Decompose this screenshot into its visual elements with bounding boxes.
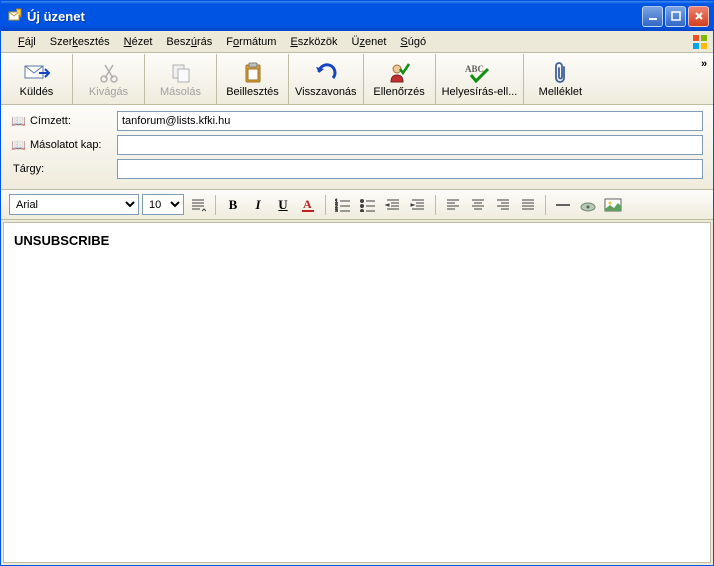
toolbar-overflow[interactable]: » (695, 54, 713, 104)
indent-button[interactable] (407, 194, 429, 216)
cc-row: 📖 Másolatot kap: (11, 135, 703, 155)
paragraph-style-button[interactable] (187, 194, 209, 216)
check-names-button[interactable]: Ellenőrzés (364, 54, 436, 104)
window-controls (642, 6, 713, 27)
insert-hr-button[interactable] (552, 194, 574, 216)
spellcheck-button[interactable]: ABC Helyesírás-ell... (436, 54, 525, 104)
attach-icon (552, 61, 568, 85)
message-body[interactable]: UNSUBSCRIBE (4, 223, 710, 562)
undo-label: Visszavonás (295, 86, 357, 98)
copy-label: Másolás (160, 86, 201, 98)
align-justify-button[interactable] (517, 194, 539, 216)
maximize-button[interactable] (665, 6, 686, 27)
close-button[interactable] (688, 6, 709, 27)
bold-button[interactable]: B (222, 194, 244, 216)
menu-item[interactable]: Üzenet (345, 34, 394, 50)
app-icon (7, 8, 23, 24)
spellcheck-icon: ABC (464, 61, 494, 85)
to-label[interactable]: 📖 Címzett: (11, 114, 111, 128)
attach-label: Melléklet (539, 86, 582, 98)
separator (325, 195, 326, 215)
subject-input[interactable] (117, 159, 703, 179)
cc-label[interactable]: 📖 Másolatot kap: (11, 138, 111, 152)
numbered-list-button[interactable]: 123 (332, 194, 354, 216)
undo-icon (313, 61, 339, 85)
titlebar: Új üzenet (1, 1, 713, 31)
menu-item[interactable]: Formátum (219, 34, 283, 50)
menu-item[interactable]: Eszközök (283, 34, 344, 50)
insert-image-button[interactable] (602, 194, 624, 216)
italic-button[interactable]: I (247, 194, 269, 216)
cc-input[interactable] (117, 135, 703, 155)
separator (435, 195, 436, 215)
subject-row: Tárgy: (11, 159, 703, 179)
cut-button[interactable]: Kivágás (73, 54, 145, 104)
outdent-button[interactable] (382, 194, 404, 216)
align-center-button[interactable] (467, 194, 489, 216)
svg-text:ABC: ABC (465, 64, 484, 74)
subject-label: Tárgy: (11, 163, 111, 175)
attach-button[interactable]: Melléklet (524, 54, 596, 104)
font-family-select[interactable]: Arial (9, 194, 139, 215)
window-title: Új üzenet (27, 9, 642, 24)
paste-label: Beillesztés (226, 86, 279, 98)
main-toolbar: Küldés Kivágás Másolás (1, 53, 713, 105)
to-input[interactable] (117, 111, 703, 131)
format-toolbar: Arial 10 B I U A 123 (1, 190, 713, 220)
cut-label: Kivágás (89, 86, 128, 98)
svg-text:A: A (303, 197, 312, 211)
underline-button[interactable]: U (272, 194, 294, 216)
bullet-list-button[interactable] (357, 194, 379, 216)
send-button[interactable]: Küldés (1, 54, 73, 104)
menu-item[interactable]: Fájl (11, 34, 43, 50)
align-right-button[interactable] (492, 194, 514, 216)
font-color-button[interactable]: A (297, 194, 319, 216)
insert-link-button[interactable] (577, 194, 599, 216)
windows-logo-icon (691, 33, 709, 51)
align-left-button[interactable] (442, 194, 464, 216)
check-names-icon (387, 61, 411, 85)
copy-button[interactable]: Másolás (145, 54, 217, 104)
separator (545, 195, 546, 215)
menubar: FájlSzerkesztésNézetBeszúrásFormátumEszk… (1, 31, 713, 53)
send-icon (23, 61, 51, 85)
addressbook-icon: 📖 (11, 138, 26, 152)
paste-icon (242, 61, 264, 85)
addressbook-icon: 📖 (11, 114, 26, 128)
menu-item[interactable]: Beszúrás (159, 34, 219, 50)
copy-icon (170, 61, 192, 85)
body-container: UNSUBSCRIBE (3, 222, 711, 563)
menu-item[interactable]: Szerkesztés (43, 34, 117, 50)
font-size-select[interactable]: 10 (142, 194, 184, 215)
svg-text:3: 3 (335, 209, 338, 212)
to-row: 📖 Címzett: (11, 111, 703, 131)
menu-item[interactable]: Súgó (393, 34, 433, 50)
send-label: Küldés (20, 86, 54, 98)
check-names-label: Ellenőrzés (373, 86, 424, 98)
undo-button[interactable]: Visszavonás (289, 54, 364, 104)
paste-button[interactable]: Beillesztés (217, 54, 289, 104)
message-headers: 📖 Címzett: 📖 Másolatot kap: Tárgy: (1, 105, 713, 190)
minimize-button[interactable] (642, 6, 663, 27)
cut-icon (98, 61, 120, 85)
menu-item[interactable]: Nézet (117, 34, 160, 50)
spellcheck-label: Helyesírás-ell... (442, 86, 518, 98)
separator (215, 195, 216, 215)
compose-window: Új üzenet FájlSzerkesztésNézetBeszúrásFo… (0, 0, 714, 566)
